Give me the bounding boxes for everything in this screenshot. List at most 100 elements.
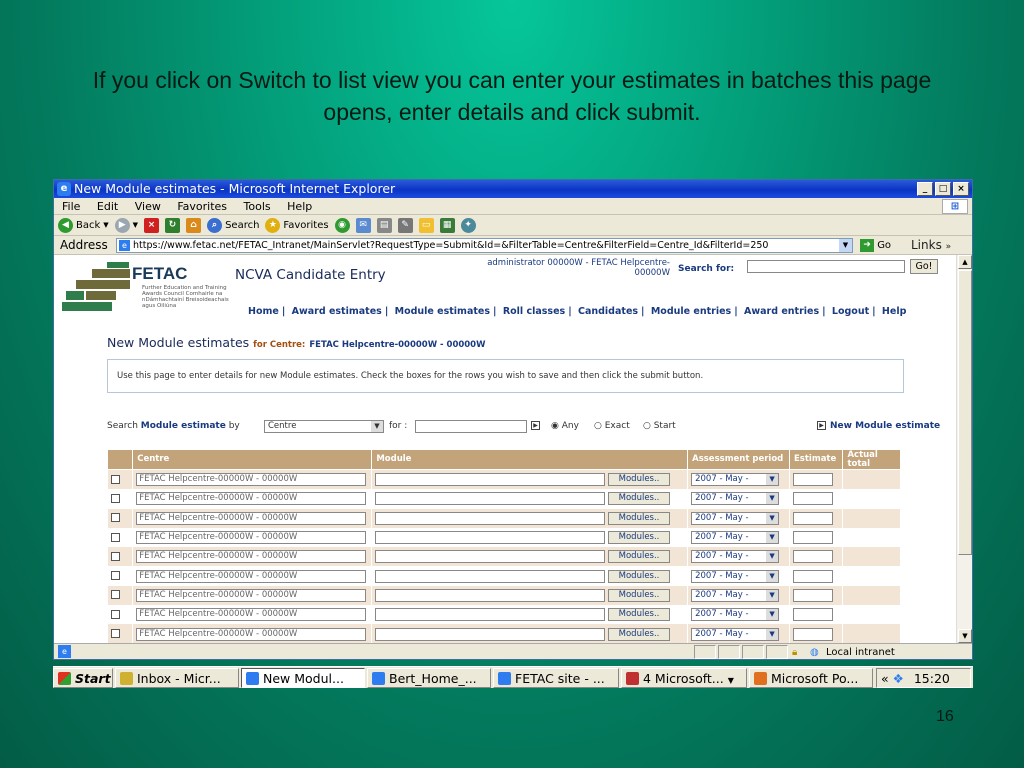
stop-icon[interactable]: × <box>144 217 160 233</box>
nav-award-entries[interactable]: Award entries <box>744 306 819 317</box>
centre-field[interactable]: FETAC Helpcentre-00000W - 00000W <box>136 588 367 602</box>
centre-field[interactable]: FETAC Helpcentre-00000W - 00000W <box>136 511 367 525</box>
nav-candidates[interactable]: Candidates <box>578 306 638 317</box>
nav-help[interactable]: Help <box>882 306 906 317</box>
scroll-thumb[interactable] <box>958 270 972 555</box>
links-button[interactable]: Links » <box>911 236 951 257</box>
centre-field[interactable]: FETAC Helpcentre-00000W - 00000W <box>136 569 367 583</box>
modules-button[interactable]: Modules.. <box>608 473 671 487</box>
module-input[interactable] <box>375 550 606 564</box>
task-inbox[interactable]: Inbox - Micr... <box>115 668 239 688</box>
task-fetac-site[interactable]: FETAC site - ... <box>493 668 619 688</box>
centre-field[interactable]: FETAC Helpcentre-00000W - 00000W <box>136 473 367 487</box>
centre-field[interactable]: FETAC Helpcentre-00000W - 00000W <box>136 608 367 622</box>
favorites-button[interactable]: ★ Favorites <box>265 215 329 236</box>
maximize-button[interactable]: □ <box>935 182 951 196</box>
radio-start[interactable]: ○ Start <box>643 421 676 431</box>
modules-button[interactable]: Modules.. <box>608 627 671 641</box>
assessment-period-select[interactable]: 2007 - May - ▼ <box>691 627 780 641</box>
site-search-go-button[interactable]: Go! <box>910 259 938 274</box>
estimate-input[interactable] <box>793 492 833 506</box>
site-search-input[interactable] <box>747 260 905 273</box>
nav-roll-classes[interactable]: Roll classes <box>503 306 565 317</box>
assessment-period-select[interactable]: 2007 - May - ▼ <box>691 511 780 525</box>
forward-dropdown-icon[interactable]: ▼ <box>133 215 138 236</box>
row-checkbox[interactable] <box>111 513 120 523</box>
centre-field[interactable]: FETAC Helpcentre-00000W - 00000W <box>136 492 367 506</box>
menu-view[interactable]: View <box>135 200 161 213</box>
estimate-input[interactable] <box>793 531 833 545</box>
row-checkbox[interactable] <box>111 629 120 639</box>
address-input[interactable]: e https://www.fetac.net/FETAC_Intranet/M… <box>116 238 853 253</box>
title-bar[interactable]: e New Module estimates - Microsoft Inter… <box>54 180 972 198</box>
back-dropdown-icon[interactable]: ▼ <box>103 215 108 236</box>
search-by-select[interactable]: Centre ▼ <box>264 420 384 433</box>
address-dropdown-icon[interactable]: ▼ <box>839 239 852 252</box>
scroll-up-icon[interactable]: ▲ <box>958 255 972 269</box>
menu-favorites[interactable]: Favorites <box>177 200 227 213</box>
modules-button[interactable]: Modules.. <box>608 608 671 622</box>
module-input[interactable] <box>375 473 606 487</box>
nav-award-estimates[interactable]: Award estimates <box>292 306 382 317</box>
modules-button[interactable]: Modules.. <box>608 531 671 545</box>
estimate-input[interactable] <box>793 511 833 525</box>
centre-field[interactable]: FETAC Helpcentre-00000W - 00000W <box>136 627 367 641</box>
estimate-input[interactable] <box>793 588 833 602</box>
search-for-input[interactable] <box>415 420 527 433</box>
row-checkbox[interactable] <box>111 493 120 503</box>
radio-any[interactable]: ◉ Any <box>551 421 579 431</box>
module-input[interactable] <box>375 492 606 506</box>
mail-icon[interactable]: ✉ <box>355 217 371 233</box>
network-icon[interactable]: ❖ <box>893 671 904 686</box>
estimate-input[interactable] <box>793 627 833 641</box>
row-checkbox[interactable] <box>111 474 120 484</box>
modules-button[interactable]: Modules.. <box>608 492 671 506</box>
row-checkbox[interactable] <box>111 609 120 619</box>
new-module-estimate-link[interactable]: New Module estimate <box>830 421 940 431</box>
assessment-period-select[interactable]: 2007 - May - ▼ <box>691 531 780 545</box>
module-input[interactable] <box>375 569 606 583</box>
messenger-icon[interactable]: ▦ <box>439 217 455 233</box>
module-input[interactable] <box>375 511 606 525</box>
start-button[interactable]: Start <box>53 668 113 688</box>
task-new-module[interactable]: New Modul... <box>241 668 365 688</box>
row-checkbox[interactable] <box>111 590 120 600</box>
close-button[interactable]: × <box>953 182 969 196</box>
nav-logout[interactable]: Logout <box>832 306 869 317</box>
chevron-left-icon[interactable]: « <box>881 671 889 686</box>
go-button[interactable]: ➜ Go <box>860 238 891 253</box>
row-checkbox[interactable] <box>111 532 120 542</box>
task-microsoft-po[interactable]: Microsoft Po... <box>749 668 873 688</box>
tools-icon[interactable]: ✦ <box>460 217 476 233</box>
nav-home[interactable]: Home <box>248 306 279 317</box>
assessment-period-select[interactable]: 2007 - May - ▼ <box>691 492 780 506</box>
estimate-input[interactable] <box>793 473 833 487</box>
row-checkbox[interactable] <box>111 571 120 581</box>
modules-button[interactable]: Modules.. <box>608 569 671 583</box>
modules-button[interactable]: Modules.. <box>608 588 671 602</box>
modules-button[interactable]: Modules.. <box>608 550 671 564</box>
task-bert-home[interactable]: Bert_Home_... <box>367 668 491 688</box>
folder-icon[interactable]: ▭ <box>418 217 434 233</box>
menu-tools[interactable]: Tools <box>244 200 271 213</box>
radio-exact[interactable]: ○ Exact <box>594 421 630 431</box>
forward-button[interactable]: ▶ ▼ <box>114 215 138 236</box>
menu-edit[interactable]: Edit <box>97 200 118 213</box>
estimate-input[interactable] <box>793 550 833 564</box>
edit-icon[interactable]: ✎ <box>397 217 413 233</box>
task-4-microsoft[interactable]: 4 Microsoft... ▼ <box>621 668 747 688</box>
scroll-down-icon[interactable]: ▼ <box>958 629 972 643</box>
assessment-period-select[interactable]: 2007 - May - ▼ <box>691 473 780 487</box>
menu-help[interactable]: Help <box>287 200 312 213</box>
media-icon[interactable]: ◉ <box>334 217 350 233</box>
refresh-icon[interactable]: ↻ <box>165 217 181 233</box>
nav-module-entries[interactable]: Module entries <box>651 306 731 317</box>
modules-button[interactable]: Modules.. <box>608 511 671 525</box>
assessment-period-select[interactable]: 2007 - May - ▼ <box>691 588 780 602</box>
row-checkbox[interactable] <box>111 551 120 561</box>
module-input[interactable] <box>375 588 606 602</box>
assessment-period-select[interactable]: 2007 - May - ▼ <box>691 569 780 583</box>
menu-file[interactable]: File <box>62 200 80 213</box>
nav-module-estimates[interactable]: Module estimates <box>395 306 490 317</box>
centre-field[interactable]: FETAC Helpcentre-00000W - 00000W <box>136 531 367 545</box>
